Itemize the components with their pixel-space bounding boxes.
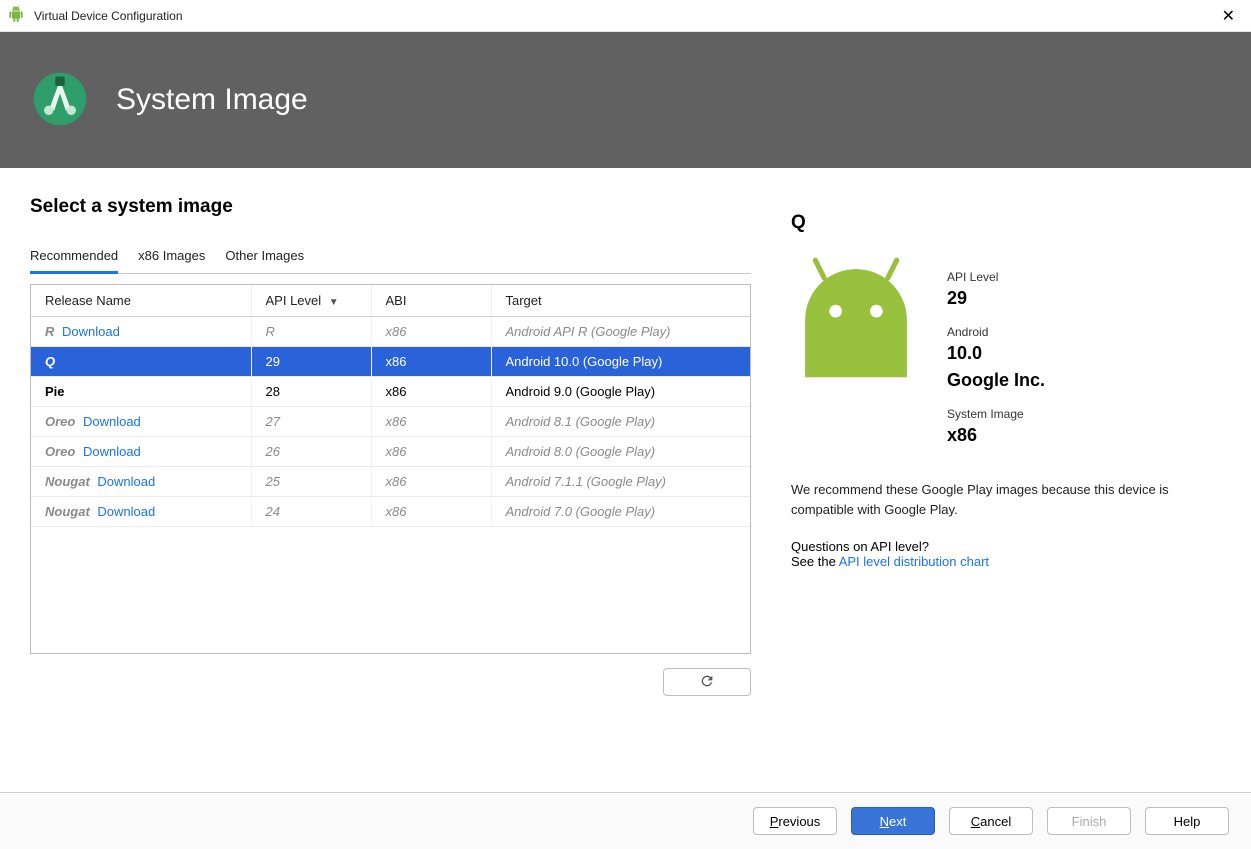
cell-release: Q <box>31 347 251 377</box>
detail-recommendation: We recommend these Google Play images be… <box>791 480 1221 519</box>
table-row[interactable]: Nougat Download25x86Android 7.1.1 (Googl… <box>31 467 750 497</box>
cell-target: Android 7.0 (Google Play) <box>491 497 750 527</box>
window-title: Virtual Device Configuration <box>34 9 183 23</box>
help-button[interactable]: Help <box>1145 807 1229 835</box>
detail-api-value: 29 <box>947 288 1045 309</box>
cell-api: 29 <box>251 347 371 377</box>
cell-api: 24 <box>251 497 371 527</box>
detail-sysimg-label: System Image <box>947 407 1045 421</box>
tab-x86-images[interactable]: x86 Images <box>138 240 205 273</box>
cell-api: 25 <box>251 467 371 497</box>
col-abi[interactable]: ABI <box>371 285 491 317</box>
download-link[interactable]: Download <box>62 324 120 339</box>
cell-api: 27 <box>251 407 371 437</box>
download-link[interactable]: Download <box>97 474 155 489</box>
detail-api-label: API Level <box>947 270 1045 284</box>
detail-sysimg-value: x86 <box>947 425 1045 446</box>
cell-api: R <box>251 317 371 347</box>
cell-release: Oreo Download <box>31 407 251 437</box>
detail-see-prefix: See the <box>791 554 839 569</box>
detail-vendor: Google Inc. <box>947 370 1045 391</box>
table-row[interactable]: Q29x86Android 10.0 (Google Play) <box>31 347 750 377</box>
section-heading: Select a system image <box>30 196 751 218</box>
cell-target: Android 8.0 (Google Play) <box>491 437 750 467</box>
cell-abi: x86 <box>371 317 491 347</box>
refresh-row <box>30 668 751 696</box>
page-title: System Image <box>116 83 308 117</box>
finish-button: Finish <box>1047 807 1131 835</box>
cell-release: Oreo Download <box>31 437 251 467</box>
next-button[interactable]: Next <box>851 807 935 835</box>
download-link[interactable]: Download <box>83 414 141 429</box>
cell-target: Android 7.1.1 (Google Play) <box>491 467 750 497</box>
cell-release: R Download <box>31 317 251 347</box>
detail-release-name: Q <box>791 212 1221 234</box>
refresh-button[interactable] <box>663 668 751 696</box>
download-link[interactable]: Download <box>83 444 141 459</box>
col-api-level-label: API Level <box>266 293 322 308</box>
cell-api: 28 <box>251 377 371 407</box>
table-row[interactable]: Pie28x86Android 9.0 (Google Play) <box>31 377 750 407</box>
table-row[interactable]: Oreo Download27x86Android 8.1 (Google Pl… <box>31 407 750 437</box>
cell-abi: x86 <box>371 377 491 407</box>
cancel-button[interactable]: Cancel <box>949 807 1033 835</box>
detail-question: Questions on API level? <box>791 539 1221 554</box>
cell-target: Android 9.0 (Google Play) <box>491 377 750 407</box>
cell-release: Nougat Download <box>31 467 251 497</box>
cell-abi: x86 <box>371 347 491 377</box>
table-row[interactable]: Nougat Download24x86Android 7.0 (Google … <box>31 497 750 527</box>
close-icon[interactable]: ✕ <box>1214 2 1243 30</box>
detail-android-value: 10.0 <box>947 343 1045 364</box>
cell-release: Nougat Download <box>31 497 251 527</box>
api-level-chart-link[interactable]: API level distribution chart <box>839 554 989 569</box>
image-tabs: Recommended x86 Images Other Images <box>30 240 751 274</box>
download-link[interactable]: Download <box>97 504 155 519</box>
left-pane: Select a system image Recommended x86 Im… <box>30 196 751 792</box>
titlebar: Virtual Device Configuration ✕ <box>0 0 1251 32</box>
col-release-name[interactable]: Release Name <box>31 285 251 317</box>
table-row[interactable]: Oreo Download26x86Android 8.0 (Google Pl… <box>31 437 750 467</box>
cell-release: Pie <box>31 377 251 407</box>
detail-android-label: Android <box>947 325 1045 339</box>
cell-target: Android API R (Google Play) <box>491 317 750 347</box>
cell-target: Android 8.1 (Google Play) <box>491 407 750 437</box>
tab-other-images[interactable]: Other Images <box>225 240 304 273</box>
cell-api: 26 <box>251 437 371 467</box>
sort-descending-icon: ▼ <box>329 297 339 308</box>
previous-button[interactable]: Previous <box>753 807 837 835</box>
cell-abi: x86 <box>371 407 491 437</box>
details-pane: Q API Level 29 Android 10.0 Google Inc. … <box>781 196 1221 792</box>
refresh-icon <box>699 673 715 692</box>
cell-abi: x86 <box>371 497 491 527</box>
content-area: Select a system image Recommended x86 Im… <box>0 168 1251 792</box>
android-illustration <box>791 250 921 393</box>
col-target[interactable]: Target <box>491 285 750 317</box>
system-image-table: Release Name API Level ▼ ABI Target R Do… <box>30 284 751 654</box>
cell-abi: x86 <box>371 467 491 497</box>
wizard-footer: Previous Next Cancel Finish Help <box>0 792 1251 849</box>
detail-see-line: See the API level distribution chart <box>791 554 1221 569</box>
tab-recommended[interactable]: Recommended <box>30 240 118 274</box>
table-row[interactable]: R DownloadRx86Android API R (Google Play… <box>31 317 750 347</box>
cell-abi: x86 <box>371 437 491 467</box>
table-header-row: Release Name API Level ▼ ABI Target <box>31 285 750 317</box>
wizard-header: System Image <box>0 32 1251 168</box>
col-api-level[interactable]: API Level ▼ <box>251 285 371 317</box>
android-studio-logo <box>30 69 90 132</box>
cell-target: Android 10.0 (Google Play) <box>491 347 750 377</box>
android-icon <box>8 6 24 25</box>
